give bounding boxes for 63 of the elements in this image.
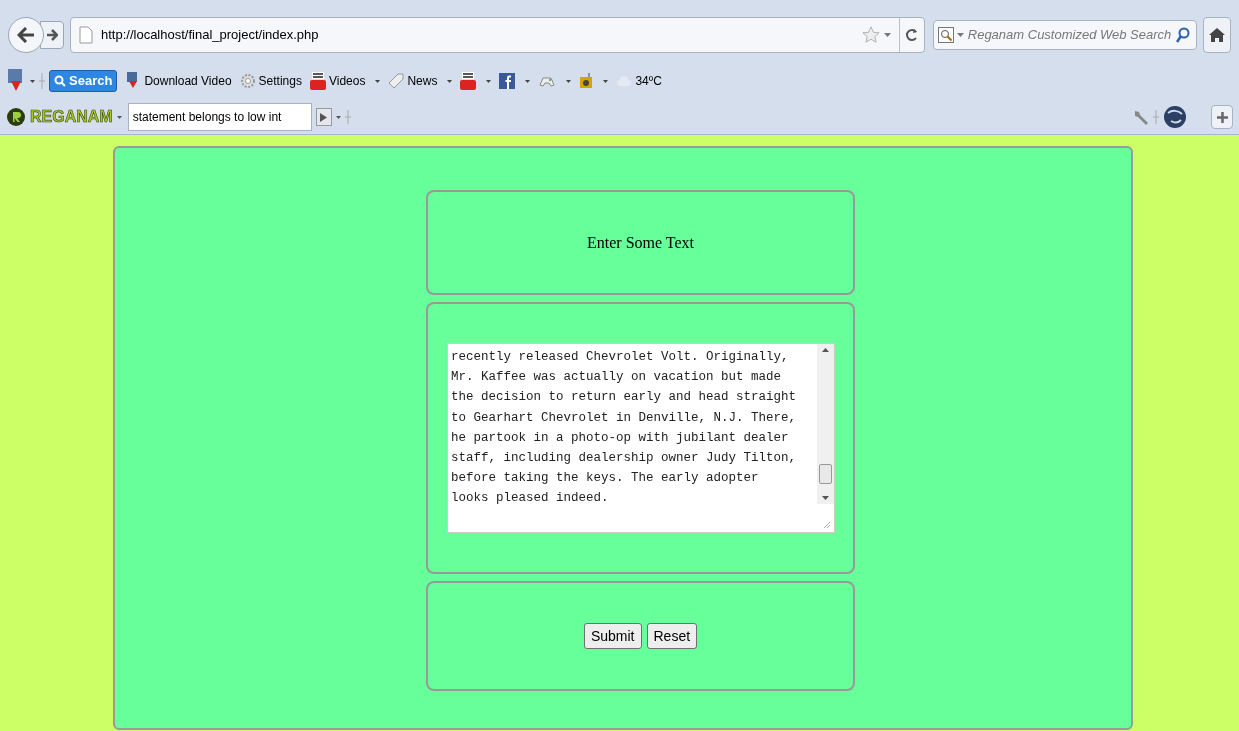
- text-area[interactable]: recently released Chevrolet Volt. Originally, Mr. Kaffee was actually on vacation but made the decision to return early and head straight to Gearhart Chevrolet in Denville, N.J. There, he partook in a photo-op with jubilant dealer staff, including dealership owner Judy Tilton, before taking the keys. The early adopter looks pleased indeed.: [447, 343, 835, 533]
- logo-text: REGANAM: [30, 107, 113, 127]
- web-search-input[interactable]: Reganam Customized Web Search: [967, 25, 1177, 45]
- caret-icon[interactable]: [956, 33, 964, 37]
- search-field[interactable]: Reganam Customized Web Search: [932, 20, 1198, 50]
- globe-icon[interactable]: [1163, 105, 1187, 129]
- reload-icon[interactable]: [905, 28, 918, 42]
- forward-button[interactable]: [40, 21, 64, 49]
- plus-icon: [1216, 111, 1228, 123]
- search-icon[interactable]: [1176, 27, 1191, 43]
- caret-icon[interactable]: [603, 79, 609, 83]
- toolbar-button[interactable]: 34ºC: [616, 72, 662, 90]
- forward-arrow-icon: [46, 29, 58, 41]
- submit-button[interactable]: Submit: [583, 623, 642, 649]
- caret-icon[interactable]: [447, 79, 453, 83]
- logo-icon: [6, 107, 26, 127]
- search-button[interactable]: Search: [49, 70, 118, 92]
- page-icon: [79, 26, 93, 44]
- resize-grip-icon[interactable]: [823, 521, 831, 529]
- search-icon: [54, 75, 66, 87]
- toolbar-button[interactable]: Videos: [309, 72, 366, 90]
- toolbar-button[interactable]: Settings: [239, 72, 302, 90]
- facebook-icon: [499, 73, 516, 89]
- toolbar-button[interactable]: News: [388, 72, 438, 90]
- caret-icon[interactable]: [335, 115, 341, 119]
- toolbar-button[interactable]: [579, 73, 594, 89]
- heading-text: Enter Some Text: [587, 232, 694, 253]
- scroll-down-icon[interactable]: [822, 496, 829, 500]
- go-button[interactable]: [315, 108, 332, 126]
- settings-icon: [239, 73, 256, 89]
- toolbar-search-input[interactable]: statement belongs to low int: [127, 103, 312, 131]
- radio-icon: [579, 73, 594, 89]
- caret-icon[interactable]: [116, 115, 122, 119]
- reset-button[interactable]: Reset: [646, 623, 698, 649]
- play-icon: [320, 112, 328, 122]
- add-button[interactable]: [1211, 105, 1233, 129]
- caret-icon[interactable]: [486, 79, 492, 83]
- magnifier-icon: [937, 27, 954, 43]
- scrollbar[interactable]: [817, 344, 834, 504]
- grip-icon: [1153, 110, 1159, 124]
- youtube-icon: [309, 72, 326, 90]
- star-icon[interactable]: [861, 26, 880, 44]
- home-button[interactable]: [1203, 17, 1231, 53]
- address-bar[interactable]: http://localhost/final_project/index.php: [70, 17, 925, 53]
- tag-icon: [388, 73, 405, 89]
- caret-icon[interactable]: [375, 79, 381, 83]
- scroll-thumb[interactable]: [819, 464, 832, 484]
- caret-icon[interactable]: [525, 79, 531, 83]
- grip-icon: [39, 73, 45, 89]
- toolbar-button[interactable]: Download Video: [125, 72, 232, 90]
- caret-icon[interactable]: [883, 33, 891, 37]
- youtube-icon: [460, 72, 477, 90]
- toolbar-button[interactable]: [499, 73, 516, 89]
- caret-icon[interactable]: [566, 79, 572, 83]
- caret-icon[interactable]: [30, 79, 35, 83]
- wrench-icon[interactable]: [1133, 109, 1149, 125]
- grip-icon: [344, 110, 351, 124]
- back-arrow-icon: [17, 27, 35, 43]
- back-button[interactable]: [8, 17, 44, 53]
- toolbar-button[interactable]: [460, 72, 477, 90]
- url-text: http://localhost/final_project/index.php: [101, 26, 319, 45]
- home-icon: [1209, 28, 1226, 42]
- scroll-up-icon[interactable]: [822, 348, 829, 352]
